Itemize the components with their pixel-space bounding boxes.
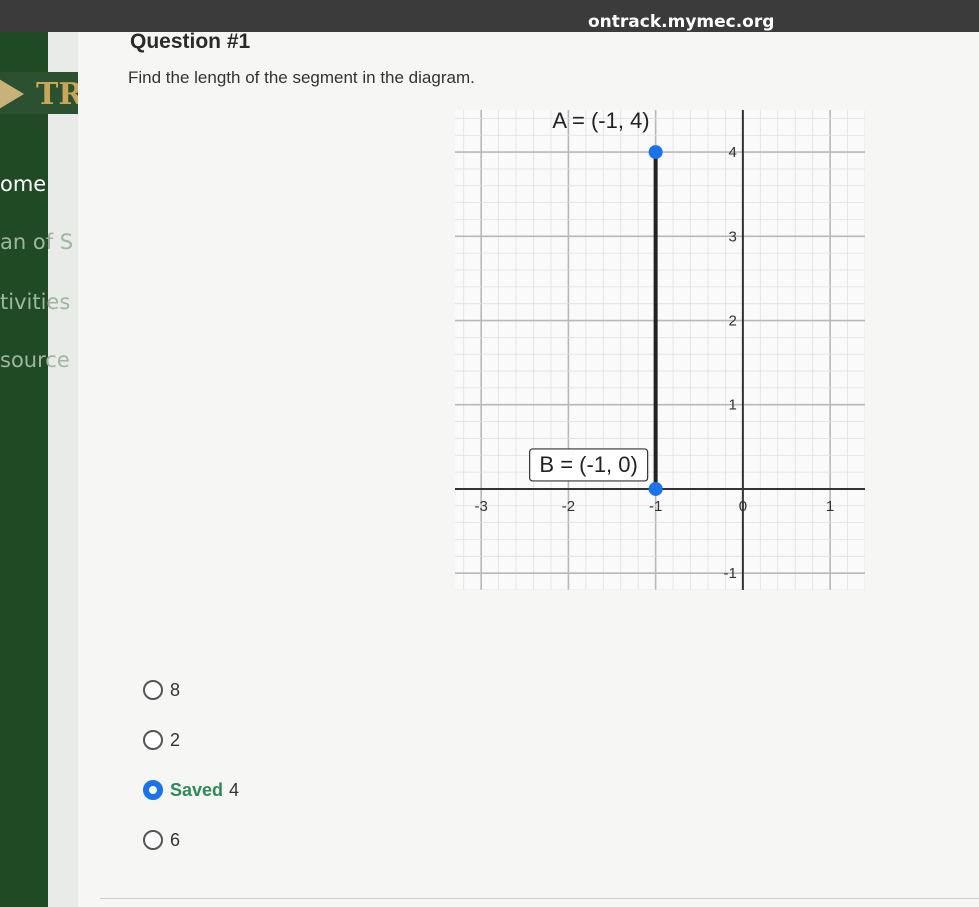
sidebar-item-home[interactable]: ome: [0, 172, 78, 196]
y-tick-label: 1: [729, 397, 737, 414]
y-tick-label: 3: [729, 228, 737, 245]
sidebar: [0, 32, 48, 907]
sidebar-item-activities[interactable]: tivities: [0, 290, 78, 314]
y-tick-label: 2: [729, 313, 737, 330]
answer-option-label: Saved 4: [170, 780, 239, 801]
logo[interactable]: TR: [0, 72, 78, 114]
answer-option-value: 4: [229, 780, 240, 800]
sidebar-edge: [48, 32, 78, 907]
point-b-label: B = (-1, 0): [539, 452, 637, 477]
coordinate-graph: -3 -2 -1 0 1 4 3 2 1 -1 A = (-1, 4) B = (-1, 0): [455, 110, 865, 590]
sidebar-item-plan[interactable]: an of S: [0, 230, 78, 254]
x-tick-label: -3: [474, 498, 487, 515]
point-a: [648, 145, 663, 160]
saved-status: Saved: [170, 780, 224, 800]
logo-text: TR: [36, 77, 78, 112]
y-tick-label: -1: [724, 565, 737, 582]
question-prompt: Find the length of the segment in the di…: [128, 68, 475, 87]
answer-option-label: 6: [170, 830, 181, 850]
x-tick-label: -2: [562, 498, 575, 515]
radio-button[interactable]: [143, 680, 163, 700]
graph-grid: [455, 110, 865, 590]
answer-option-label: 2: [170, 730, 181, 750]
browser-top-bar: ontrack.mymec.org: [0, 0, 979, 32]
radio-button[interactable]: [143, 830, 163, 850]
question-title: Question #1: [130, 30, 251, 53]
answer-option-label: 8: [170, 680, 181, 700]
x-tick-label: 1: [826, 498, 834, 515]
x-tick-label: 0: [739, 498, 747, 515]
logo-triangle-icon: [0, 76, 24, 112]
radio-button-selected[interactable]: [143, 780, 163, 800]
y-tick-label: 4: [729, 144, 737, 161]
sidebar-item-resources[interactable]: source: [0, 348, 78, 372]
url-text[interactable]: ontrack.mymec.org: [588, 12, 774, 32]
point-b: [648, 481, 663, 496]
graph-background: [455, 110, 865, 590]
divider: [100, 898, 979, 899]
point-a-label: A = (-1, 4): [552, 110, 649, 133]
radio-button[interactable]: [143, 730, 163, 750]
x-tick-label: -1: [649, 498, 662, 515]
